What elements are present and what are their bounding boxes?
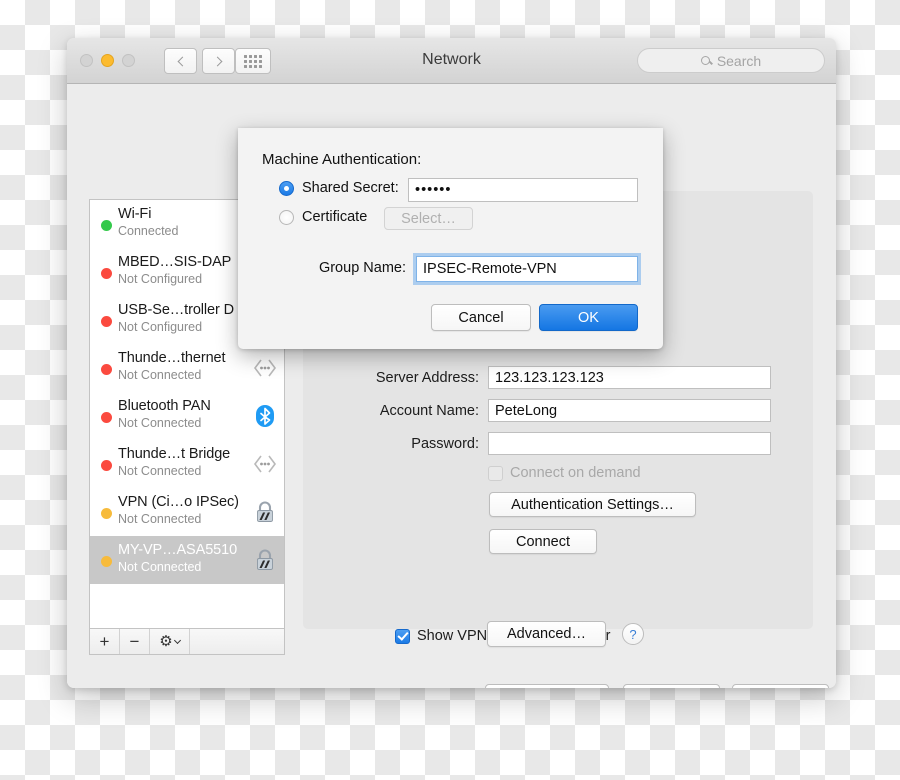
assist-me-button[interactable]: Assist me… <box>485 684 609 688</box>
status-dot <box>101 364 112 375</box>
service-actions-button[interactable]: ⚙ <box>150 629 190 654</box>
certificate-radio[interactable] <box>279 209 294 225</box>
authentication-settings-button[interactable]: Authentication Settings… <box>489 492 696 517</box>
add-service-button[interactable]: + <box>90 629 120 654</box>
server-address-field[interactable]: 123.123.123.123 <box>488 366 771 389</box>
window-body: Server Address: 123.123.123.123 Account … <box>67 84 836 688</box>
list-item[interactable]: Bluetooth PAN Not Connected <box>90 392 284 440</box>
status-dot <box>101 268 112 279</box>
group-name-field[interactable]: IPSEC-Remote-VPN <box>416 256 638 282</box>
server-address-row: Server Address: 123.123.123.123 <box>331 366 771 389</box>
status-dot <box>101 508 112 519</box>
status-dot <box>101 220 112 231</box>
list-item[interactable]: VPN (Ci…o IPSec) Not Connected <box>90 488 284 536</box>
status-dot <box>101 460 112 471</box>
status-dot <box>101 556 112 567</box>
list-item[interactable]: MY-VP…ASA5510 Not Connected <box>90 536 284 584</box>
status-dot <box>101 316 112 327</box>
sheet-heading: Machine Authentication: <box>262 151 422 168</box>
account-name-field[interactable]: PeteLong <box>488 399 771 422</box>
search-placeholder: Search <box>716 52 762 69</box>
shared-secret-label: Shared Secret: <box>302 180 399 196</box>
sidebar-toolbar: + − ⚙ <box>89 629 285 655</box>
server-address-label: Server Address: <box>375 369 479 386</box>
machine-authentication-sheet: Machine Authentication: Shared Secret: •… <box>238 128 663 349</box>
network-preferences-window: Network Search Server Address: 123.123.1… <box>67 38 836 688</box>
revert-button[interactable]: Revert <box>623 684 720 688</box>
shared-secret-row[interactable]: Shared Secret: <box>279 180 399 196</box>
connect-on-demand-checkbox[interactable] <box>488 465 503 481</box>
list-item[interactable]: Thunde…t Bridge Not Connected <box>90 440 284 488</box>
window-titlebar: Network Search <box>67 38 836 84</box>
shared-secret-radio[interactable] <box>279 180 294 196</box>
shared-secret-field[interactable]: •••••• <box>408 178 638 202</box>
bluetooth-icon <box>252 404 278 428</box>
account-name-row: Account Name: PeteLong <box>331 399 771 422</box>
apply-button[interactable]: Apply <box>732 684 829 688</box>
vpn-lock-icon <box>252 548 278 572</box>
password-field[interactable] <box>488 432 771 455</box>
ok-button[interactable]: OK <box>539 304 638 331</box>
connect-on-demand-label: Connect on demand <box>510 465 641 481</box>
connect-button[interactable]: Connect <box>489 529 597 554</box>
group-name-label: Group Name: <box>318 260 406 276</box>
search-input[interactable]: Search <box>637 48 825 73</box>
vpn-lock-icon <box>252 500 278 524</box>
certificate-row[interactable]: Certificate <box>279 209 367 225</box>
connect-on-demand-row[interactable]: Connect on demand <box>488 465 641 481</box>
account-name-label: Account Name: <box>379 402 479 419</box>
status-dot <box>101 412 112 423</box>
ethernet-icon <box>252 452 278 476</box>
password-label: Password: <box>411 435 479 452</box>
cancel-button[interactable]: Cancel <box>431 304 531 331</box>
advanced-button[interactable]: Advanced… <box>487 621 606 647</box>
password-row: Password: <box>331 432 771 455</box>
certificate-label: Certificate <box>302 209 368 225</box>
remove-service-button[interactable]: − <box>120 629 150 654</box>
help-button[interactable]: ? <box>622 623 644 645</box>
select-certificate-button: Select… <box>384 207 473 230</box>
show-vpn-status-checkbox[interactable] <box>395 628 410 644</box>
list-item[interactable]: Thunde…thernet Not Connected <box>90 344 284 392</box>
ethernet-icon <box>252 356 278 380</box>
gear-icon: ⚙ <box>159 633 173 650</box>
chevron-down-icon <box>173 636 181 644</box>
search-icon <box>700 56 710 65</box>
